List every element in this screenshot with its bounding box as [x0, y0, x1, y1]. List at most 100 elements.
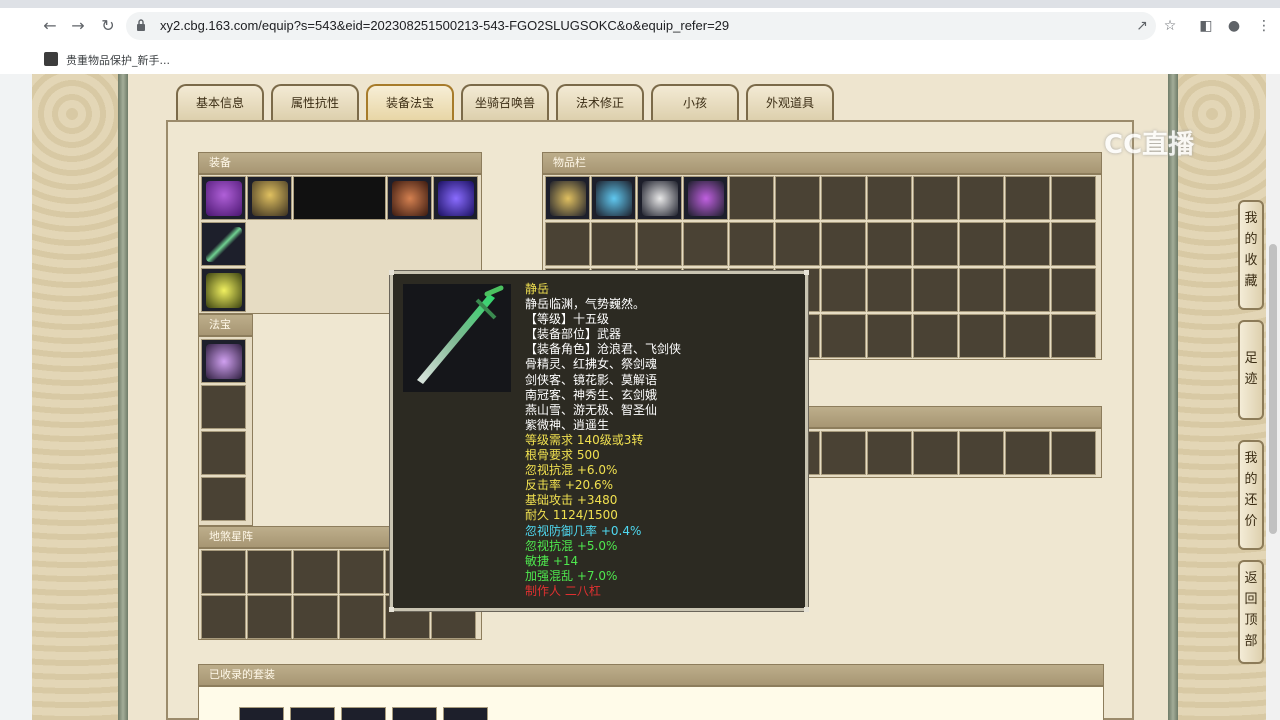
storage-slot[interactable] [867, 431, 912, 475]
item-tooltip: 静岳 静岳临渊，气势巍然。 【等级】十五级 【装备部位】武器 【装备角色】沧浪君、飞剑侠… [389, 270, 809, 612]
storage-slot[interactable] [821, 431, 866, 475]
disha-slot[interactable] [293, 550, 338, 594]
fabao-slot-1[interactable] [201, 339, 246, 383]
forward-icon[interactable]: → [66, 14, 90, 38]
share-icon[interactable]: ↗ [1130, 14, 1154, 38]
inventory-slot[interactable] [591, 176, 636, 220]
equip-slot-hat[interactable] [201, 176, 246, 220]
sidepanel-icon[interactable]: ◧ [1194, 14, 1218, 38]
inventory-slot[interactable] [913, 176, 958, 220]
tab-appearance[interactable]: 外观道具 [746, 84, 834, 120]
inventory-slot[interactable] [1005, 222, 1050, 266]
address-bar[interactable]: xy2.cbg.163.com/equip?s=543&eid=20230825… [126, 12, 1156, 40]
armor-icon [252, 181, 288, 216]
tab-equipment[interactable]: 装备法宝 [366, 84, 454, 120]
inventory-slot[interactable] [775, 222, 820, 266]
reload-icon[interactable]: ↻ [96, 14, 120, 38]
set-item[interactable] [290, 707, 335, 720]
equip-slot-belt[interactable] [201, 268, 246, 312]
storage-slot[interactable] [1005, 431, 1050, 475]
inventory-slot[interactable] [729, 222, 774, 266]
bookmark-item[interactable]: 贵重物品保护_新手... [66, 52, 170, 68]
inventory-slot[interactable] [867, 222, 912, 266]
inventory-slot[interactable] [913, 222, 958, 266]
inventory-slot[interactable] [959, 222, 1004, 266]
tab-child[interactable]: 小孩 [651, 84, 739, 120]
equip-slot-character[interactable] [293, 176, 386, 220]
inventory-slot[interactable] [959, 314, 1004, 358]
inventory-slot[interactable] [729, 176, 774, 220]
set-item[interactable] [392, 707, 437, 720]
inventory-slot[interactable] [683, 176, 728, 220]
equip-slot-wings[interactable] [387, 176, 432, 220]
tooltip-line: 制作人 二八杠 [525, 583, 601, 598]
disha-slot[interactable] [339, 595, 384, 639]
set-item[interactable] [443, 707, 488, 720]
inventory-slot[interactable] [1051, 314, 1096, 358]
inventory-slot[interactable] [637, 176, 682, 220]
inventory-slot[interactable] [867, 314, 912, 358]
inventory-slot[interactable] [1005, 268, 1050, 312]
storage-slot[interactable] [913, 431, 958, 475]
inventory-slot[interactable] [545, 222, 590, 266]
set-item[interactable] [341, 707, 386, 720]
url-text[interactable]: xy2.cbg.163.com/equip?s=543&eid=20230825… [160, 18, 729, 33]
fabao-slot-4[interactable] [201, 477, 246, 521]
equip-slot-weapon[interactable] [201, 222, 246, 266]
inventory-slot[interactable] [821, 268, 866, 312]
tab-attributes[interactable]: 属性抗性 [271, 84, 359, 120]
tab-strip [0, 0, 1280, 8]
equip-slot-necklace[interactable] [433, 176, 478, 220]
inventory-slot[interactable] [821, 176, 866, 220]
disha-slot[interactable] [293, 595, 338, 639]
page-scrollbar[interactable] [1266, 74, 1280, 720]
inventory-slot[interactable] [1051, 176, 1096, 220]
inventory-slot[interactable] [591, 222, 636, 266]
tooltip-corner [804, 607, 809, 612]
tab-basic-info[interactable]: 基本信息 [176, 84, 264, 120]
star-icon[interactable]: ☆ [1158, 14, 1182, 38]
fabao-slot-2[interactable] [201, 385, 246, 429]
disha-slot[interactable] [247, 595, 292, 639]
inventory-slot[interactable] [1005, 176, 1050, 220]
disha-slot[interactable] [201, 550, 246, 594]
inventory-slot[interactable] [1051, 222, 1096, 266]
inventory-slot[interactable] [959, 176, 1004, 220]
inventory-slot[interactable] [913, 268, 958, 312]
tooltip-line: 燕山雪、游无极、智圣仙 [525, 402, 658, 417]
disha-slot[interactable] [339, 550, 384, 594]
my-favorites-button[interactable]: 我的收藏 [1238, 200, 1264, 310]
back-icon[interactable]: ← [38, 14, 62, 38]
hat-icon [206, 181, 242, 216]
inventory-slot[interactable] [637, 222, 682, 266]
menu-icon[interactable]: ⋮ [1252, 14, 1276, 38]
disha-slot[interactable] [201, 595, 246, 639]
inventory-slot[interactable] [913, 314, 958, 358]
inventory-slot[interactable] [959, 268, 1004, 312]
disha-slot[interactable] [247, 550, 292, 594]
profile-icon[interactable]: ● [1222, 14, 1246, 38]
fabao-slot-3[interactable] [201, 431, 246, 475]
inventory-slot[interactable] [545, 176, 590, 220]
inventory-slot[interactable] [867, 176, 912, 220]
inventory-slot[interactable] [775, 176, 820, 220]
storage-slot[interactable] [1051, 431, 1096, 475]
back-to-top-button[interactable]: 返回顶部 [1238, 560, 1264, 664]
scrollbar-thumb[interactable] [1269, 244, 1277, 534]
inventory-slot[interactable] [867, 268, 912, 312]
tab-mounts-pets[interactable]: 坐骑召唤兽 [461, 84, 549, 120]
side-button-char: 价 [1244, 514, 1258, 529]
inventory-slot[interactable] [683, 222, 728, 266]
set-item[interactable] [239, 707, 284, 720]
equipment-panel: 装备 法宝 地煞星阵 物品栏 已收录的套装 静岳 静岳临渊，气势巍然。 【等级】… [166, 120, 1134, 720]
inventory-slot[interactable] [821, 222, 866, 266]
storage-slot[interactable] [959, 431, 1004, 475]
inventory-slot[interactable] [1005, 314, 1050, 358]
footprint-button[interactable]: 足迹 [1238, 320, 1264, 420]
equip-slot-armor[interactable] [247, 176, 292, 220]
inventory-slot[interactable] [1051, 268, 1096, 312]
tab-spell-correction[interactable]: 法术修正 [556, 84, 644, 120]
tooltip-line: 骨精灵、红拂女、祭剑魂 [525, 357, 658, 372]
inventory-slot[interactable] [821, 314, 866, 358]
my-offers-button[interactable]: 我的还价 [1238, 440, 1264, 550]
